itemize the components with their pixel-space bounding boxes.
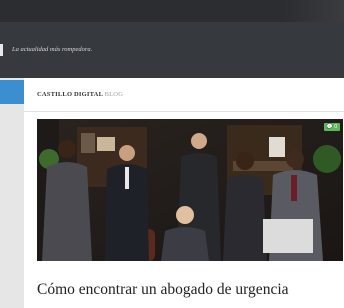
sidebar-menu-tab[interactable] [0, 80, 24, 104]
comment-count: 0 [334, 124, 337, 130]
top-bar [0, 0, 344, 22]
comment-count-badge[interactable]: 💬 0 [323, 123, 340, 131]
speech-bubble-icon: 💬 [326, 124, 333, 130]
header-accent [0, 44, 3, 56]
blog-title-secondary: BLOG [104, 91, 124, 98]
blog-title[interactable]: CASTILLO DIGITAL BLOG [37, 91, 123, 98]
post-title[interactable]: Cómo encontrar un abogado de urgencia [37, 281, 289, 299]
blog-header-bar: CASTILLO DIGITAL BLOG [24, 78, 344, 112]
main-content: CASTILLO DIGITAL BLOG 💬 0 Cómo encontrar… [24, 78, 344, 308]
sidebar [0, 78, 24, 308]
site-header: La actualidad más rompedora. [0, 22, 344, 78]
post-featured-image[interactable]: 💬 0 [37, 119, 343, 261]
blog-title-primary: CASTILLO DIGITAL [37, 91, 103, 98]
site-tagline: La actualidad más rompedora. [12, 46, 93, 53]
